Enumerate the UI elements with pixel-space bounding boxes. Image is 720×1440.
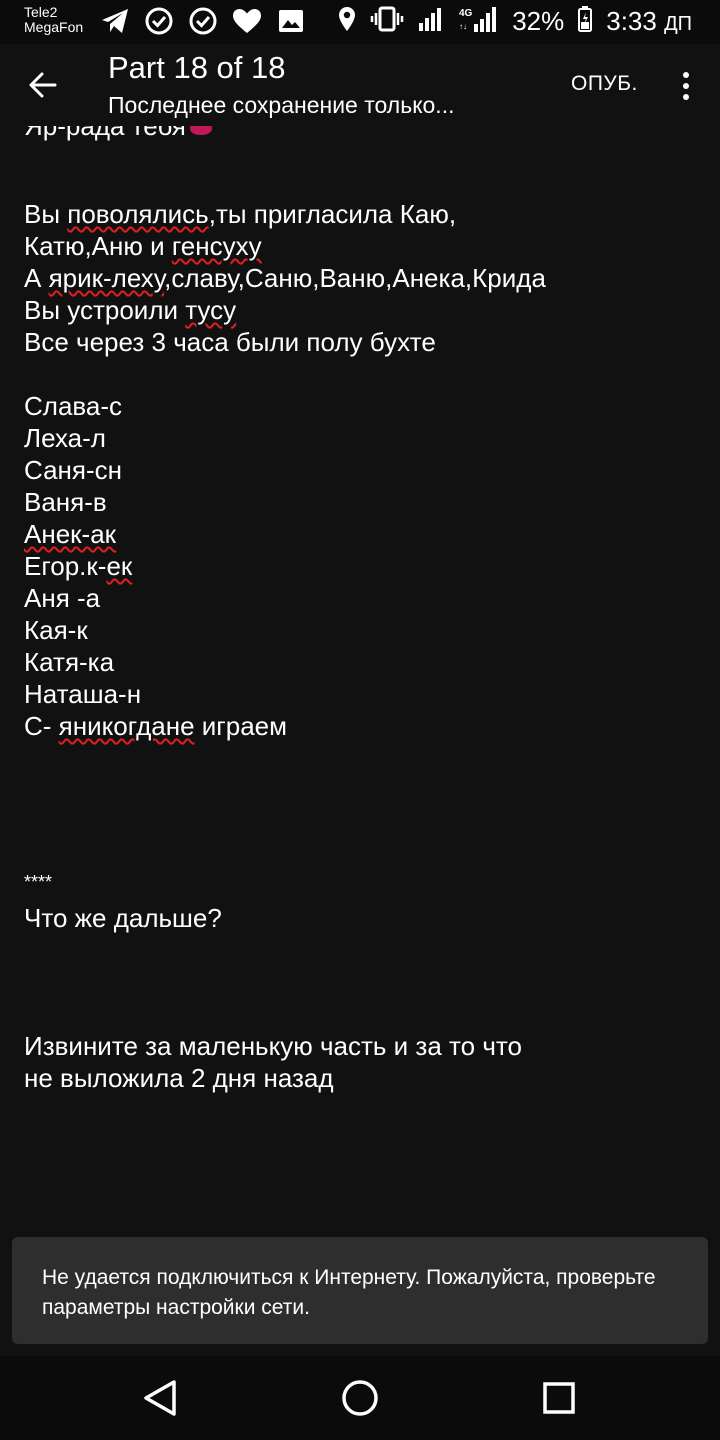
text-line: Все через 3 часа были полу бухте (24, 326, 436, 358)
apology-line-2: не выложила 2 дня назад (24, 1063, 334, 1093)
list-line: Егор.к-ек (24, 550, 132, 582)
text-line: Катю,Аню и генсуху (24, 230, 262, 262)
list-line: Слава-с (24, 390, 122, 422)
misspelled-word[interactable]: ек (106, 551, 132, 581)
question-line: Что же дальше? (24, 903, 222, 933)
text-span: Вы (24, 199, 68, 229)
list-line: Аня -а (24, 582, 100, 614)
text-span: Егор.к- (24, 551, 107, 581)
image-icon (276, 6, 306, 36)
svg-text:4G: 4G (459, 8, 473, 19)
publish-button[interactable]: ОПУБ. (571, 72, 638, 96)
text-span: ,славу,Саню,Ваню,Анека,Крида (164, 263, 546, 293)
misspelled-word[interactable]: тусу (185, 295, 236, 325)
text-span: Кая-к (24, 615, 88, 645)
text-line: А ярик-леху,славу,Саню,Ваню,Анека,Крида (24, 262, 546, 294)
text-span: Слава-с (24, 391, 123, 421)
text-span: Леха-л (24, 423, 106, 453)
dot-icon (683, 83, 689, 89)
text-span: Саня-сн (24, 455, 122, 485)
clock: 3:33 ДП (606, 6, 692, 37)
status-bar: Tele2 MegaFon 4G ↑↓ 32% 3:33 ДП (0, 0, 720, 44)
list-line: Саня-сн (24, 454, 122, 486)
check-circle-icon (188, 6, 218, 36)
misspelled-word[interactable]: яникогдане (59, 711, 195, 741)
text-span: А (24, 263, 49, 293)
text-line: Вы устроили тусу (24, 294, 236, 326)
carrier-label: Tele2 MegaFon (24, 5, 83, 35)
location-icon (338, 6, 356, 37)
back-button[interactable] (22, 64, 64, 106)
nav-recents-button[interactable] (537, 1376, 581, 1420)
vibrate-icon (370, 6, 404, 37)
misspelled-word[interactable]: поволялись (67, 199, 208, 229)
list-line: Леха-л (24, 422, 106, 454)
clock-suffix: ДП (664, 12, 692, 35)
dot-icon (683, 94, 689, 100)
save-status-subtitle: Последнее сохранение только... (108, 92, 455, 118)
list-line: С- яникогдане играем (24, 710, 287, 742)
carrier-line-1: Tele2 (24, 4, 58, 20)
dot-icon (683, 72, 689, 78)
scene-break: **** (24, 872, 53, 892)
nav-home-button[interactable] (338, 1376, 382, 1420)
text-span: Катю,Аню и (24, 231, 172, 261)
notification-icons (100, 6, 306, 36)
check-circle-icon (144, 6, 174, 36)
battery-percent: 32% (512, 5, 565, 36)
text-line: Вы поволялись,ты пригласила Каю, (24, 198, 456, 230)
text-span: ,ты пригласила Каю, (208, 199, 457, 229)
battery-icon (578, 5, 593, 37)
text-span: Наташа-н (24, 679, 142, 709)
text-span: Вы устроили (24, 295, 186, 325)
misspelled-word[interactable]: Анек-ак (24, 519, 116, 549)
partial-line-text: Яр-рада тебя (24, 126, 186, 141)
clock-time: 3:33 (606, 5, 657, 36)
offline-snackbar: Не удается подключиться к Интернету. Пож… (12, 1237, 708, 1344)
nav-back-button[interactable] (138, 1376, 182, 1420)
svg-text:↑↓: ↑↓ (459, 22, 467, 31)
list-line: Наташа-н (24, 678, 141, 710)
heart-icon (232, 6, 262, 36)
signal-icon (418, 7, 444, 36)
text-span: Катя-ка (24, 647, 115, 677)
text-span: Аня -а (24, 583, 101, 613)
list-line: Анек-ак (24, 518, 116, 550)
overflow-menu-button[interactable] (674, 66, 698, 106)
system-nav-bar (0, 1356, 720, 1440)
arrow-left-icon (29, 72, 57, 98)
lips-emoji-icon (189, 126, 212, 136)
misspelled-word[interactable]: ярик-леху (49, 263, 165, 293)
back-triangle-icon (144, 1380, 176, 1416)
carrier-line-2: MegaFon (24, 19, 84, 35)
text-span: играем (194, 711, 288, 741)
app-bar: Part 18 of 18 Последнее сохранение тольк… (0, 44, 720, 126)
text-span: С- (24, 711, 59, 741)
partial-line: Яр-рада тебя (24, 126, 212, 142)
home-circle-icon (342, 1380, 378, 1416)
text-span: Ваня-в (24, 487, 107, 517)
apology-line-1: Извините за маленькую часть и за то что (24, 1031, 522, 1061)
list-line: Катя-ка (24, 646, 114, 678)
list-line: Ваня-в (24, 486, 107, 518)
recents-square-icon (543, 1382, 575, 1414)
list-line: Кая-к (24, 614, 88, 646)
story-editor[interactable]: Яр-рада тебя Вы поволялись,ты пригласила… (0, 126, 720, 1226)
status-right: 4G ↑↓ 32% 3:33 ДП (338, 5, 692, 37)
misspelled-word[interactable]: генсуху (172, 231, 262, 261)
page-title: Part 18 of 18 (108, 50, 286, 85)
signal-4g-icon: 4G ↑↓ (458, 6, 498, 37)
text-span: Все через 3 часа были полу бухте (24, 327, 436, 357)
snackbar-message: Не удается подключиться к Интернету. Пож… (42, 1266, 656, 1319)
telegram-icon (100, 6, 130, 36)
